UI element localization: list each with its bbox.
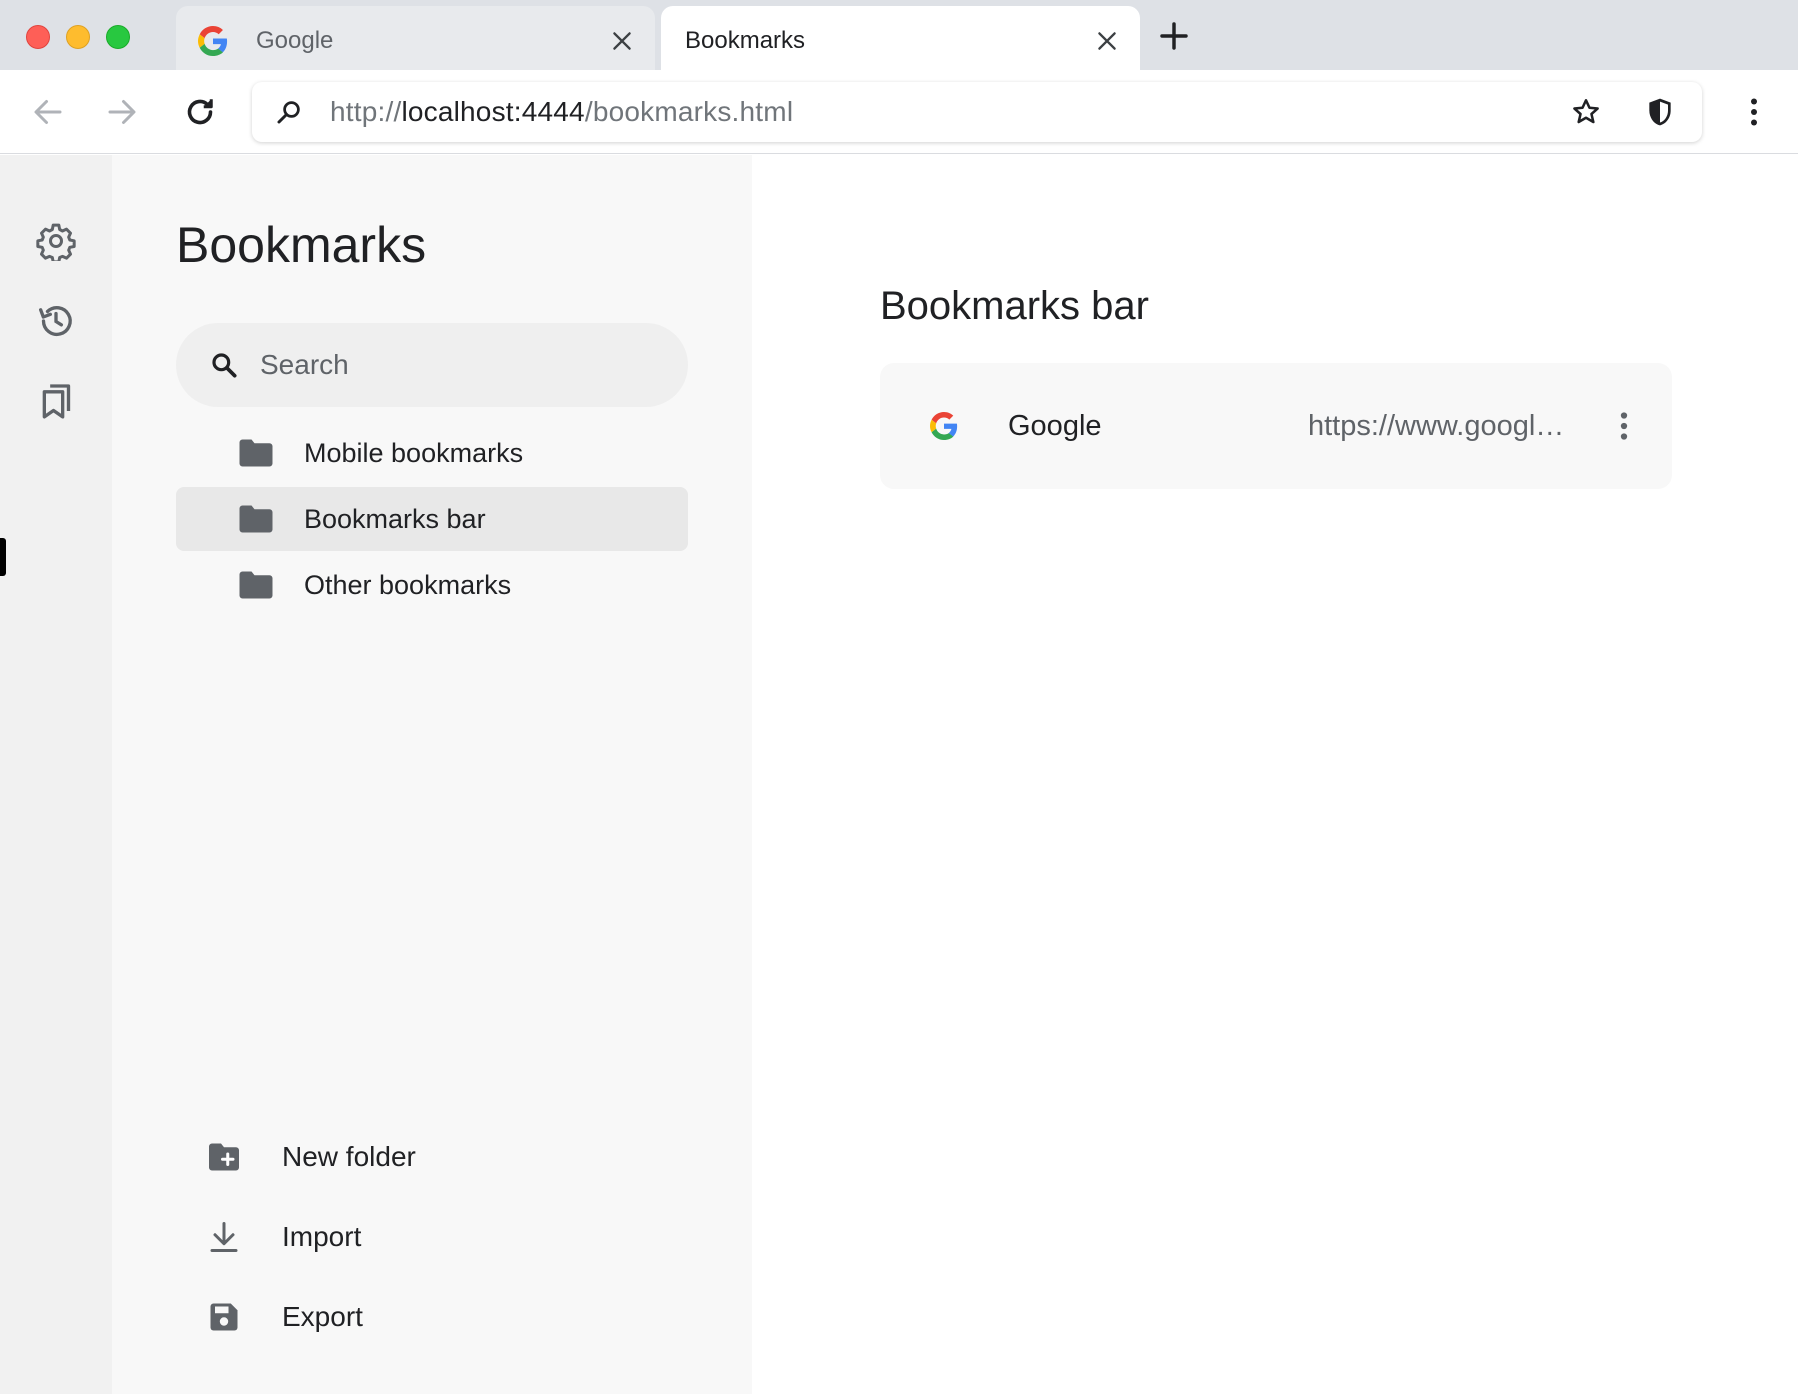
google-g-icon xyxy=(198,26,228,56)
search-icon xyxy=(277,101,300,124)
folder-bookmarks-bar[interactable]: Bookmarks bar xyxy=(176,487,688,551)
url-path: /bookmarks.html xyxy=(584,96,794,127)
save-icon xyxy=(210,1303,238,1331)
new-folder-button[interactable]: New folder xyxy=(206,1129,606,1185)
close-icon[interactable] xyxy=(1094,28,1120,54)
star-icon[interactable] xyxy=(1570,96,1602,128)
bookmarks-main: Bookmarks bar Google https://www.google.… xyxy=(752,155,1798,1394)
download-icon xyxy=(210,1222,238,1252)
folder-icon xyxy=(239,505,273,533)
folder-mobile-bookmarks[interactable]: Mobile bookmarks xyxy=(176,421,688,485)
more-vert-icon[interactable] xyxy=(1606,407,1642,445)
active-indicator xyxy=(0,538,6,576)
action-label: Import xyxy=(282,1221,362,1252)
shield-icon[interactable] xyxy=(1644,96,1676,128)
bookmark-url: https://www.google.com/ xyxy=(1308,410,1566,442)
section-title: Bookmarks bar xyxy=(880,284,1149,328)
folder-icon xyxy=(239,439,273,467)
folder-label: Other bookmarks xyxy=(304,570,512,600)
close-window-button[interactable] xyxy=(26,25,50,49)
export-button[interactable]: Export xyxy=(206,1289,606,1345)
url-scheme: http:// xyxy=(330,96,402,127)
tab-title: Google xyxy=(256,27,334,54)
folder-icon xyxy=(239,571,273,599)
close-icon[interactable] xyxy=(609,28,635,54)
google-g-icon xyxy=(930,412,958,440)
bookmarks-sidebar: Bookmarks Mobile bookmarks Bookmarks bar… xyxy=(112,155,752,1394)
search-icon xyxy=(212,353,237,378)
tab-strip: Google Bookmarks xyxy=(0,0,1798,70)
page-title: Bookmarks xyxy=(176,217,427,273)
search-box[interactable] xyxy=(176,323,688,407)
bookmark-title[interactable]: Google xyxy=(1008,409,1102,443)
history-icon[interactable] xyxy=(36,301,76,341)
back-icon[interactable] xyxy=(30,94,66,130)
gear-icon[interactable] xyxy=(36,221,76,261)
bookmark-item[interactable]: Google https://www.google.com/ xyxy=(880,363,1672,489)
url-text[interactable]: http://localhost:4444/bookmarks.html xyxy=(330,96,793,128)
tab-bookmarks[interactable]: Bookmarks xyxy=(661,6,1140,70)
side-rail xyxy=(0,155,112,1394)
new-tab-icon[interactable] xyxy=(1158,20,1190,52)
bookmarks-icon[interactable] xyxy=(36,381,76,421)
new-folder-icon xyxy=(209,1143,239,1171)
folder-label: Mobile bookmarks xyxy=(304,438,524,468)
minimize-window-button[interactable] xyxy=(66,25,90,49)
action-label: New folder xyxy=(282,1141,416,1172)
more-vert-icon[interactable] xyxy=(1736,94,1772,130)
import-button[interactable]: Import xyxy=(206,1209,606,1265)
reload-icon[interactable] xyxy=(182,94,218,130)
tab-google[interactable]: Google xyxy=(176,6,655,70)
folder-label: Bookmarks bar xyxy=(304,504,486,534)
url-host: localhost:4444 xyxy=(401,96,585,127)
forward-icon[interactable] xyxy=(104,94,140,130)
action-label: Export xyxy=(282,1301,363,1332)
zoom-window-button[interactable] xyxy=(106,25,130,49)
browser-toolbar: http://localhost:4444/bookmarks.html xyxy=(0,70,1798,154)
search-input[interactable] xyxy=(260,343,660,387)
address-bar[interactable]: http://localhost:4444/bookmarks.html xyxy=(252,82,1702,142)
tab-title: Bookmarks xyxy=(685,27,806,54)
folder-other-bookmarks[interactable]: Other bookmarks xyxy=(176,553,688,617)
